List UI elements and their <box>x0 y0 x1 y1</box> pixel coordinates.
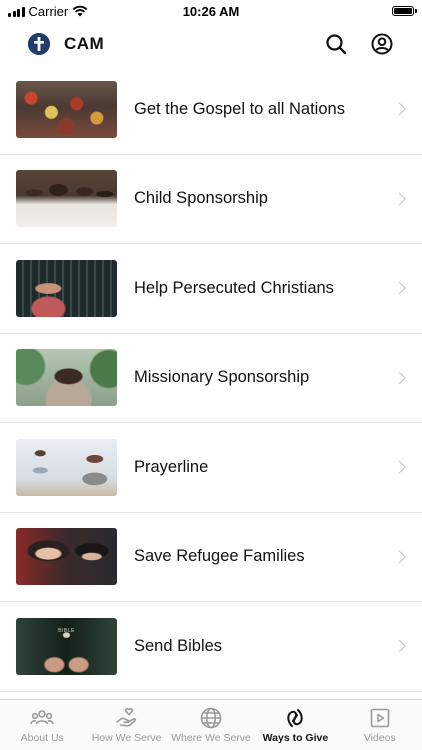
smiling-man-portrait-photo <box>16 349 117 407</box>
tab-about-us[interactable]: About Us <box>0 700 84 750</box>
list-item-label: Get the Gospel to all Nations <box>134 99 345 118</box>
wifi-icon <box>72 5 88 17</box>
list-item-label: Prayerline <box>134 457 209 476</box>
tab-videos[interactable]: Videos <box>338 700 422 750</box>
status-bar: Carrier 10:26 AM <box>0 0 422 22</box>
status-left: Carrier <box>8 4 88 19</box>
children-in-classroom-photo <box>16 170 117 228</box>
app-title: CAM <box>64 34 105 53</box>
chevron-right-icon <box>393 550 406 564</box>
crowd-of-people-photo <box>16 80 117 138</box>
heart-hand-icon <box>287 709 304 727</box>
chevron-right-icon <box>393 102 406 116</box>
mother-and-child-photo <box>16 528 117 586</box>
hands-holding-bible-photo: BIBLE <box>16 617 117 675</box>
chevron-right-icon <box>393 281 406 295</box>
account-icon[interactable] <box>370 32 394 56</box>
battery-level <box>394 8 412 14</box>
list-item-refugee-families[interactable]: Save Refugee Families <box>0 513 422 602</box>
list-item-prayerline[interactable]: Prayerline <box>0 423 422 513</box>
list-item-send-bibles[interactable]: BIBLE Send Bibles <box>0 602 422 692</box>
carrier-label: Carrier <box>28 3 69 19</box>
search-icon[interactable] <box>324 32 348 56</box>
tab-where-we-serve[interactable]: Where We Serve <box>169 700 253 750</box>
chevron-right-icon <box>393 460 406 474</box>
cellular-signal-icon <box>8 6 25 17</box>
list-item-label: Help Persecuted Christians <box>134 278 334 297</box>
people-group-icon <box>30 710 54 725</box>
tab-label: How We Serve <box>91 732 162 744</box>
tab-how-we-serve[interactable]: How We Serve <box>84 700 168 750</box>
list-item-gospel[interactable]: Get the Gospel to all Nations <box>0 65 422 155</box>
chevron-right-icon <box>393 639 406 653</box>
list-item-label: Missionary Sponsorship <box>134 368 310 387</box>
book-cover-text: BIBLE <box>58 627 75 634</box>
tab-label: About Us <box>20 732 64 744</box>
hand-heart-icon <box>115 708 136 727</box>
tab-ways-to-give[interactable]: Ways to Give <box>253 700 337 750</box>
list-item-missionary-sponsorship[interactable]: Missionary Sponsorship <box>0 334 422 423</box>
list-item-child-sponsorship[interactable]: Child Sponsorship <box>0 155 422 244</box>
list-item-persecuted-christians[interactable]: Help Persecuted Christians <box>0 244 422 334</box>
list-item-label: Save Refugee Families <box>134 547 305 566</box>
list-item-label: Child Sponsorship <box>134 189 268 208</box>
chevron-right-icon <box>393 371 406 385</box>
play-video-icon <box>370 708 390 728</box>
brand: CAM <box>28 33 104 55</box>
tab-label: Ways to Give <box>262 732 329 744</box>
tab-bar: About Us How We Serve Where We Serve Way… <box>0 699 422 750</box>
cross-logo-icon[interactable] <box>28 33 50 55</box>
app-header: CAM <box>0 26 422 62</box>
list-item-label: Send Bibles <box>134 636 223 655</box>
globe-icon <box>200 707 222 729</box>
header-actions <box>324 32 394 56</box>
ways-to-give-list: Get the Gospel to all Nations Child Spon… <box>0 65 422 692</box>
woman-behind-bars-photo <box>16 259 117 317</box>
battery-icon <box>392 6 417 16</box>
chevron-right-icon <box>393 192 406 206</box>
children-outdoors-photo <box>16 438 117 496</box>
tab-label: Videos <box>363 732 396 744</box>
tab-label: Where We Serve <box>171 732 251 744</box>
